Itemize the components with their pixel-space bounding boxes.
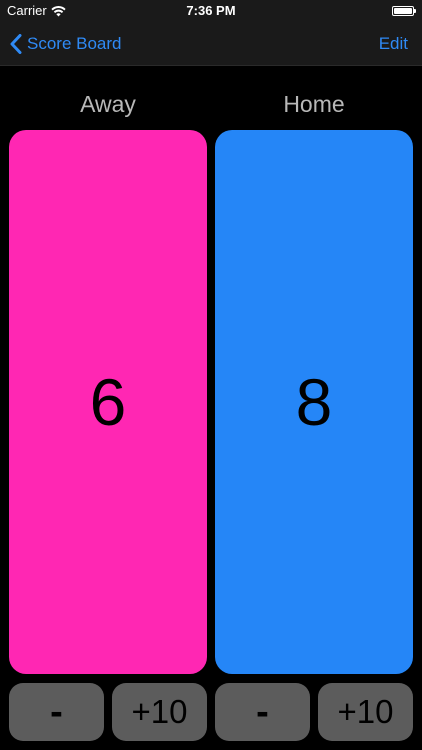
home-team-label: Home (283, 91, 345, 117)
status-time: 7:36 PM (186, 3, 236, 18)
status-bar: Carrier 7:36 PM (0, 0, 422, 22)
home-minus-button[interactable]: - (215, 683, 310, 741)
back-button-label: Score Board (27, 34, 122, 53)
navigation-bar: Score Board Edit (0, 22, 422, 66)
away-team-label: Away (80, 91, 136, 117)
home-plus-ten-button[interactable]: +10 (318, 683, 413, 741)
battery-icon (392, 6, 416, 16)
away-score-card[interactable]: 6 (9, 130, 207, 674)
chevron-left-icon (10, 34, 22, 54)
away-score-value: 6 (89, 365, 127, 439)
home-score-value: 8 (295, 365, 333, 439)
away-minus-button[interactable]: - (9, 683, 104, 741)
away-plus-ten-button[interactable]: +10 (112, 683, 207, 741)
edit-button[interactable]: Edit (379, 30, 408, 58)
scoreboard-screen: Carrier 7:36 PM Score Board Edit Away Ho… (0, 0, 422, 750)
back-button[interactable]: Score Board (10, 30, 122, 58)
home-score-card[interactable]: 8 (215, 130, 413, 674)
